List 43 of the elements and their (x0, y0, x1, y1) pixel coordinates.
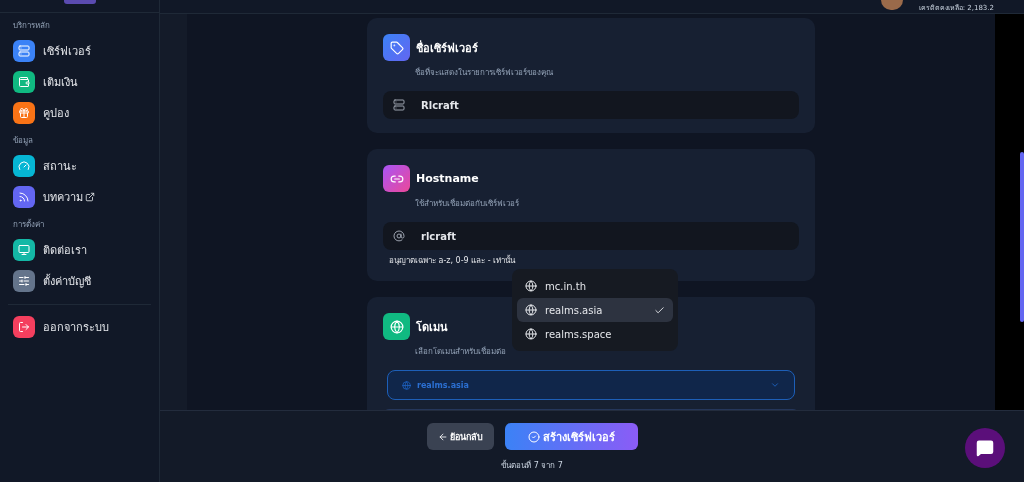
sidebar-item[interactable]: เติมเงิน (0, 66, 159, 97)
back-button[interactable]: ย้อนกลับ (426, 423, 494, 450)
check-icon (654, 304, 665, 316)
card-subtitle: ชื่อที่จะแสดงในรายการเซิร์ฟเวอร์ของคุณ (415, 66, 554, 79)
step-indicator: ขั้นตอนที่ 7 จาก 7 (501, 459, 563, 472)
at-icon (393, 230, 405, 242)
card-subtitle: เลือกโดเมนสำหรับเชื่อมต่อ (415, 345, 507, 358)
section-title: ข้อมูล (12, 135, 34, 148)
input-field[interactable]: rlcraft (383, 222, 799, 250)
avatar[interactable] (880, 0, 903, 10)
dropdown-option[interactable]: mc.in.th (517, 274, 673, 298)
globe-icon (383, 313, 410, 340)
chevron-down-icon (770, 380, 780, 390)
card-title: Hostname (416, 172, 479, 185)
field-hint: อนุญาตเฉพาะ a-z, 0-9 และ - เท่านั้น (389, 254, 517, 267)
arrow-left-icon (437, 431, 448, 442)
logout-item[interactable]: ออกจากระบบ (0, 311, 159, 342)
create-server-button[interactable]: สร้างเซิร์ฟเวอร์ (504, 423, 638, 450)
dropdown-option[interactable]: realms.space (517, 322, 673, 346)
dropdown-option[interactable]: realms.asia (517, 298, 673, 322)
tag-icon (383, 34, 410, 61)
globe-icon (525, 328, 537, 340)
sidebar-item[interactable]: ตั้งค่าบัญชี (0, 265, 159, 296)
scrollbar[interactable] (1020, 152, 1024, 322)
globe-icon (402, 380, 411, 390)
chat-icon (976, 439, 994, 457)
sidebar-item[interactable]: บทความ (0, 181, 159, 212)
sidebar-item[interactable]: ติดต่อเรา (0, 234, 159, 265)
card-subtitle: ใช้สำหรับเชื่อมต่อกับเซิร์ฟเวอร์ (415, 197, 520, 210)
sidebar-item[interactable]: เซิร์ฟเวอร์ (0, 35, 159, 66)
link-icon (383, 165, 410, 192)
card-title: โดเมน (416, 319, 448, 336)
check-circle-icon (527, 430, 540, 443)
card-title: ชื่อเซิร์ฟเวอร์ (416, 39, 478, 57)
logo (63, 0, 96, 4)
section-title: บริการหลัก (12, 20, 51, 32)
input-field[interactable]: Rlcraft (383, 91, 799, 119)
globe-icon (525, 304, 537, 316)
sidebar-item[interactable]: คูปอง (0, 97, 159, 128)
section-title: การตั้งค่า (12, 218, 45, 231)
server-icon (393, 99, 405, 111)
globe-icon (525, 280, 537, 292)
sidebar-item[interactable]: สถานะ (0, 150, 159, 181)
